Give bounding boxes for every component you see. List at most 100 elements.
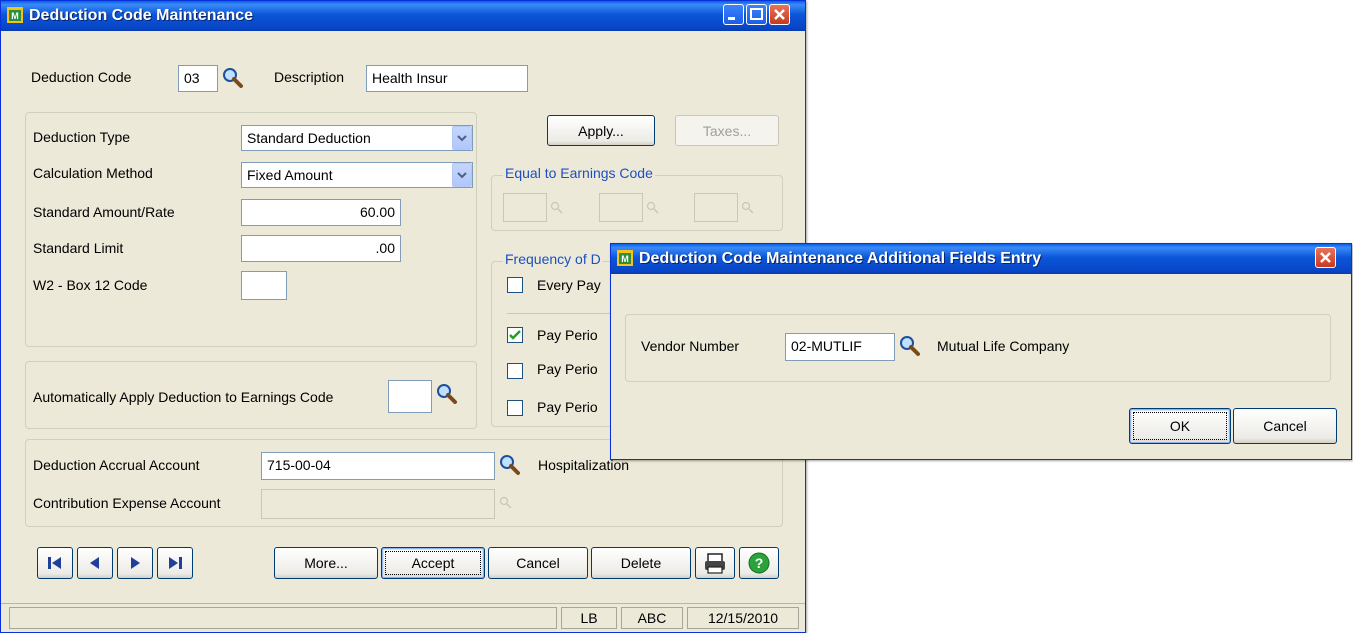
accept-button-label: Accept <box>411 555 455 571</box>
print-button[interactable] <box>695 547 735 579</box>
auto-apply-lookup-icon[interactable] <box>436 383 458 405</box>
additional-fields-dialog: M Deduction Code Maintenance Additional … <box>610 243 1352 460</box>
frequency-period-3-label: Pay Perio <box>537 399 598 415</box>
deduction-type-label: Deduction Type <box>33 129 131 145</box>
maximize-button[interactable] <box>746 4 767 25</box>
accept-button[interactable]: Accept <box>381 547 485 579</box>
first-record-button[interactable] <box>37 547 73 579</box>
standard-amount-label: Standard Amount/Rate <box>33 204 175 220</box>
help-button[interactable]: ? <box>739 547 779 579</box>
minimize-button[interactable] <box>723 4 744 25</box>
status-date: 12/15/2010 <box>687 607 799 629</box>
delete-button-label: Delete <box>620 555 662 571</box>
accrual-account-field[interactable]: 715-00-04 <box>261 452 495 480</box>
printer-icon <box>705 553 725 574</box>
more-button[interactable]: More... <box>274 547 378 579</box>
dialog-title: Deduction Code Maintenance Additional Fi… <box>639 250 1042 267</box>
cancel-button-label: Cancel <box>516 555 560 571</box>
taxes-button[interactable]: Taxes... <box>675 115 779 146</box>
status-message-cell <box>9 607 557 629</box>
status-user: LB <box>561 607 617 629</box>
status-bar: LB ABC 12/15/2010 <box>1 603 805 632</box>
maximize-icon <box>750 8 763 20</box>
checkmark-icon <box>509 330 521 340</box>
apply-button-label: Apply... <box>578 122 624 139</box>
svg-text:M: M <box>621 254 629 264</box>
chevron-down-icon <box>457 135 467 142</box>
app-icon: M <box>7 7 23 23</box>
apply-button[interactable]: Apply... <box>547 115 655 146</box>
main-window-title: Deduction Code Maintenance <box>29 7 254 24</box>
vendor-lookup-icon[interactable] <box>899 335 921 357</box>
last-record-icon <box>169 557 182 569</box>
accrual-account-lookup-icon[interactable] <box>499 454 521 476</box>
frequency-title: Frequency of D <box>503 251 603 267</box>
next-record-button[interactable] <box>117 547 153 579</box>
status-company: ABC <box>621 607 683 629</box>
standard-limit-label: Standard Limit <box>33 240 124 256</box>
frequency-period-3-checkbox[interactable] <box>507 400 523 416</box>
close-icon <box>1320 252 1331 263</box>
accrual-account-label: Deduction Accrual Account <box>33 457 200 473</box>
frequency-every-pay-label: Every Pay <box>537 277 601 293</box>
svg-text:?: ? <box>755 555 764 571</box>
earnings-code-lookup-icon-3 <box>741 201 754 214</box>
standard-amount-field[interactable]: 60.00 <box>241 199 401 226</box>
close-icon <box>774 9 785 20</box>
auto-apply-field[interactable] <box>388 380 432 413</box>
deduction-code-label: Deduction Code <box>31 69 132 85</box>
earnings-code-field-2 <box>599 193 643 222</box>
first-record-icon <box>48 557 61 569</box>
svg-text:M: M <box>11 11 19 21</box>
calculation-method-dropdown-button[interactable] <box>452 163 472 187</box>
taxes-button-label: Taxes... <box>702 122 752 139</box>
frequency-period-2-label: Pay Perio <box>537 361 598 377</box>
dialog-close-button[interactable] <box>1315 247 1336 268</box>
earnings-code-field-1 <box>503 193 547 222</box>
minimize-icon <box>728 17 735 20</box>
last-record-button[interactable] <box>157 547 193 579</box>
dialog-app-icon: M <box>617 250 633 266</box>
description-field[interactable]: Health Insur <box>366 65 528 92</box>
ok-button-label: OK <box>1169 418 1191 434</box>
deduction-type-dropdown-button[interactable] <box>452 126 472 150</box>
dialog-titlebar[interactable]: M Deduction Code Maintenance Additional … <box>611 244 1351 274</box>
previous-record-icon <box>90 557 99 569</box>
w2-box12-field[interactable] <box>241 271 287 300</box>
expense-account-lookup-icon <box>499 496 512 509</box>
vendor-number-field[interactable]: 02-MUTLIF <box>785 333 895 361</box>
deduction-type-select[interactable]: Standard Deduction <box>241 125 473 151</box>
calculation-method-label: Calculation Method <box>33 165 153 181</box>
ok-button[interactable]: OK <box>1129 408 1231 444</box>
expense-account-field <box>261 489 495 519</box>
dialog-cancel-button-label: Cancel <box>1263 418 1307 434</box>
previous-record-button[interactable] <box>77 547 113 579</box>
help-icon: ? <box>748 552 770 574</box>
delete-button[interactable]: Delete <box>591 547 691 579</box>
equal-to-earnings-title: Equal to Earnings Code <box>503 165 655 181</box>
earnings-code-field-3 <box>694 193 738 222</box>
more-button-label: More... <box>304 555 348 571</box>
deduction-code-lookup-icon[interactable] <box>222 67 244 89</box>
frequency-period-1-label: Pay Perio <box>537 327 598 343</box>
description-label: Description <box>274 69 345 85</box>
main-titlebar[interactable]: M Deduction Code Maintenance <box>1 1 805 31</box>
vendor-number-label: Vendor Number <box>641 338 740 354</box>
standard-limit-field[interactable]: .00 <box>241 235 401 262</box>
calculation-method-select[interactable]: Fixed Amount <box>241 162 473 188</box>
dialog-cancel-button[interactable]: Cancel <box>1233 408 1337 444</box>
w2-box12-label: W2 - Box 12 Code <box>33 277 148 293</box>
auto-apply-label: Automatically Apply Deduction to Earning… <box>33 389 334 405</box>
next-record-icon <box>131 557 140 569</box>
frequency-period-2-checkbox[interactable] <box>507 363 523 379</box>
frequency-period-1-checkbox[interactable] <box>507 327 523 343</box>
earnings-code-lookup-icon-1 <box>550 201 563 214</box>
chevron-down-icon <box>457 172 467 179</box>
cancel-button[interactable]: Cancel <box>488 547 588 579</box>
frequency-every-pay-checkbox[interactable] <box>507 277 523 293</box>
expense-account-label: Contribution Expense Account <box>33 495 221 511</box>
earnings-code-lookup-icon-2 <box>646 201 659 214</box>
vendor-name: Mutual Life Company <box>937 338 1070 354</box>
deduction-code-field[interactable]: 03 <box>178 65 218 92</box>
close-button[interactable] <box>769 4 790 25</box>
